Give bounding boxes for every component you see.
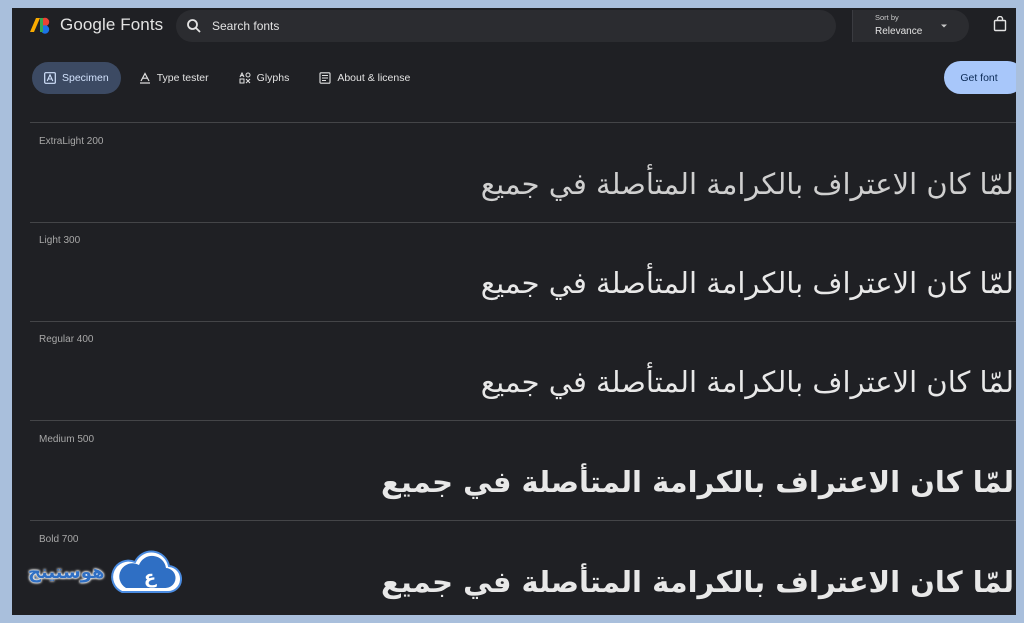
top-bar: Google Fonts Sort by Relevance xyxy=(12,8,1016,52)
app-window: Google Fonts Sort by Relevance xyxy=(12,8,1016,615)
specimen-sample[interactable]: لمّا كان الاعتراف بالكرامة المتأصلة في ج… xyxy=(381,465,1014,499)
tab-bar: Specimen Type tester Glyphs About & lice… xyxy=(32,61,428,95)
specimen-row: Light 300 لمّا كان الاعتراف بالكرامة الم… xyxy=(30,222,1016,322)
sort-label: Sort by xyxy=(875,13,899,22)
glyphs-icon xyxy=(239,72,251,84)
weight-label: Light 300 xyxy=(39,235,81,246)
watermark-logo: ع هوستينج xyxy=(22,548,182,596)
sort-dropdown[interactable]: Sort by Relevance xyxy=(852,10,969,42)
specimen-sample[interactable]: لمّا كان الاعتراف بالكرامة المتأصلة في ج… xyxy=(481,365,1014,399)
weight-label: Regular 400 xyxy=(39,334,94,345)
specimen-icon xyxy=(44,72,56,84)
get-font-button[interactable]: Get font xyxy=(944,61,1016,94)
google-fonts-logo-icon xyxy=(30,17,50,34)
weight-label: Bold 700 xyxy=(39,534,79,545)
tab-label: Type tester xyxy=(156,72,209,84)
specimen-row: ExtraLight 200 لمّا كان الاعتراف بالكرام… xyxy=(30,123,1016,223)
about-icon xyxy=(319,72,331,84)
watermark-text: هوستينج xyxy=(28,562,105,583)
search-input[interactable] xyxy=(210,18,714,34)
google-fonts-logo[interactable]: Google Fonts xyxy=(28,14,163,36)
tab-label: Glyphs xyxy=(256,72,290,84)
specimen-sample[interactable]: لمّا كان الاعتراف بالكرامة المتأصلة في ج… xyxy=(481,167,1014,201)
specimen-sample[interactable]: لمّا كان الاعتراف بالكرامة المتأصلة في ج… xyxy=(481,266,1014,300)
tab-label: About & license xyxy=(337,72,411,84)
specimen-row: Medium 500 لمّا كان الاعتراف بالكرامة ال… xyxy=(30,421,1016,521)
search-icon xyxy=(187,19,201,33)
weight-label: Medium 500 xyxy=(39,434,95,445)
tab-type-tester[interactable]: Type tester xyxy=(127,62,221,94)
brand-name: Google Fonts xyxy=(60,15,164,34)
tab-about-license[interactable]: About & license xyxy=(307,62,422,94)
chevron-down-icon xyxy=(941,24,947,28)
specimen-sample[interactable]: لمّا كان الاعتراف بالكرامة المتأصلة في ج… xyxy=(381,565,1014,599)
watermark-letter: ع xyxy=(144,567,157,588)
sort-value: Relevance xyxy=(875,26,923,37)
specimen-row: Regular 400 لمّا كان الاعتراف بالكرامة ا… xyxy=(30,321,1016,421)
tab-label: Specimen xyxy=(62,72,109,84)
weight-label: ExtraLight 200 xyxy=(39,136,104,147)
search-bar[interactable] xyxy=(176,10,836,42)
tab-glyphs[interactable]: Glyphs xyxy=(227,62,302,94)
tab-specimen[interactable]: Specimen xyxy=(32,62,121,94)
shopping-bag-icon[interactable] xyxy=(993,16,1007,32)
type-tester-icon xyxy=(139,72,150,84)
